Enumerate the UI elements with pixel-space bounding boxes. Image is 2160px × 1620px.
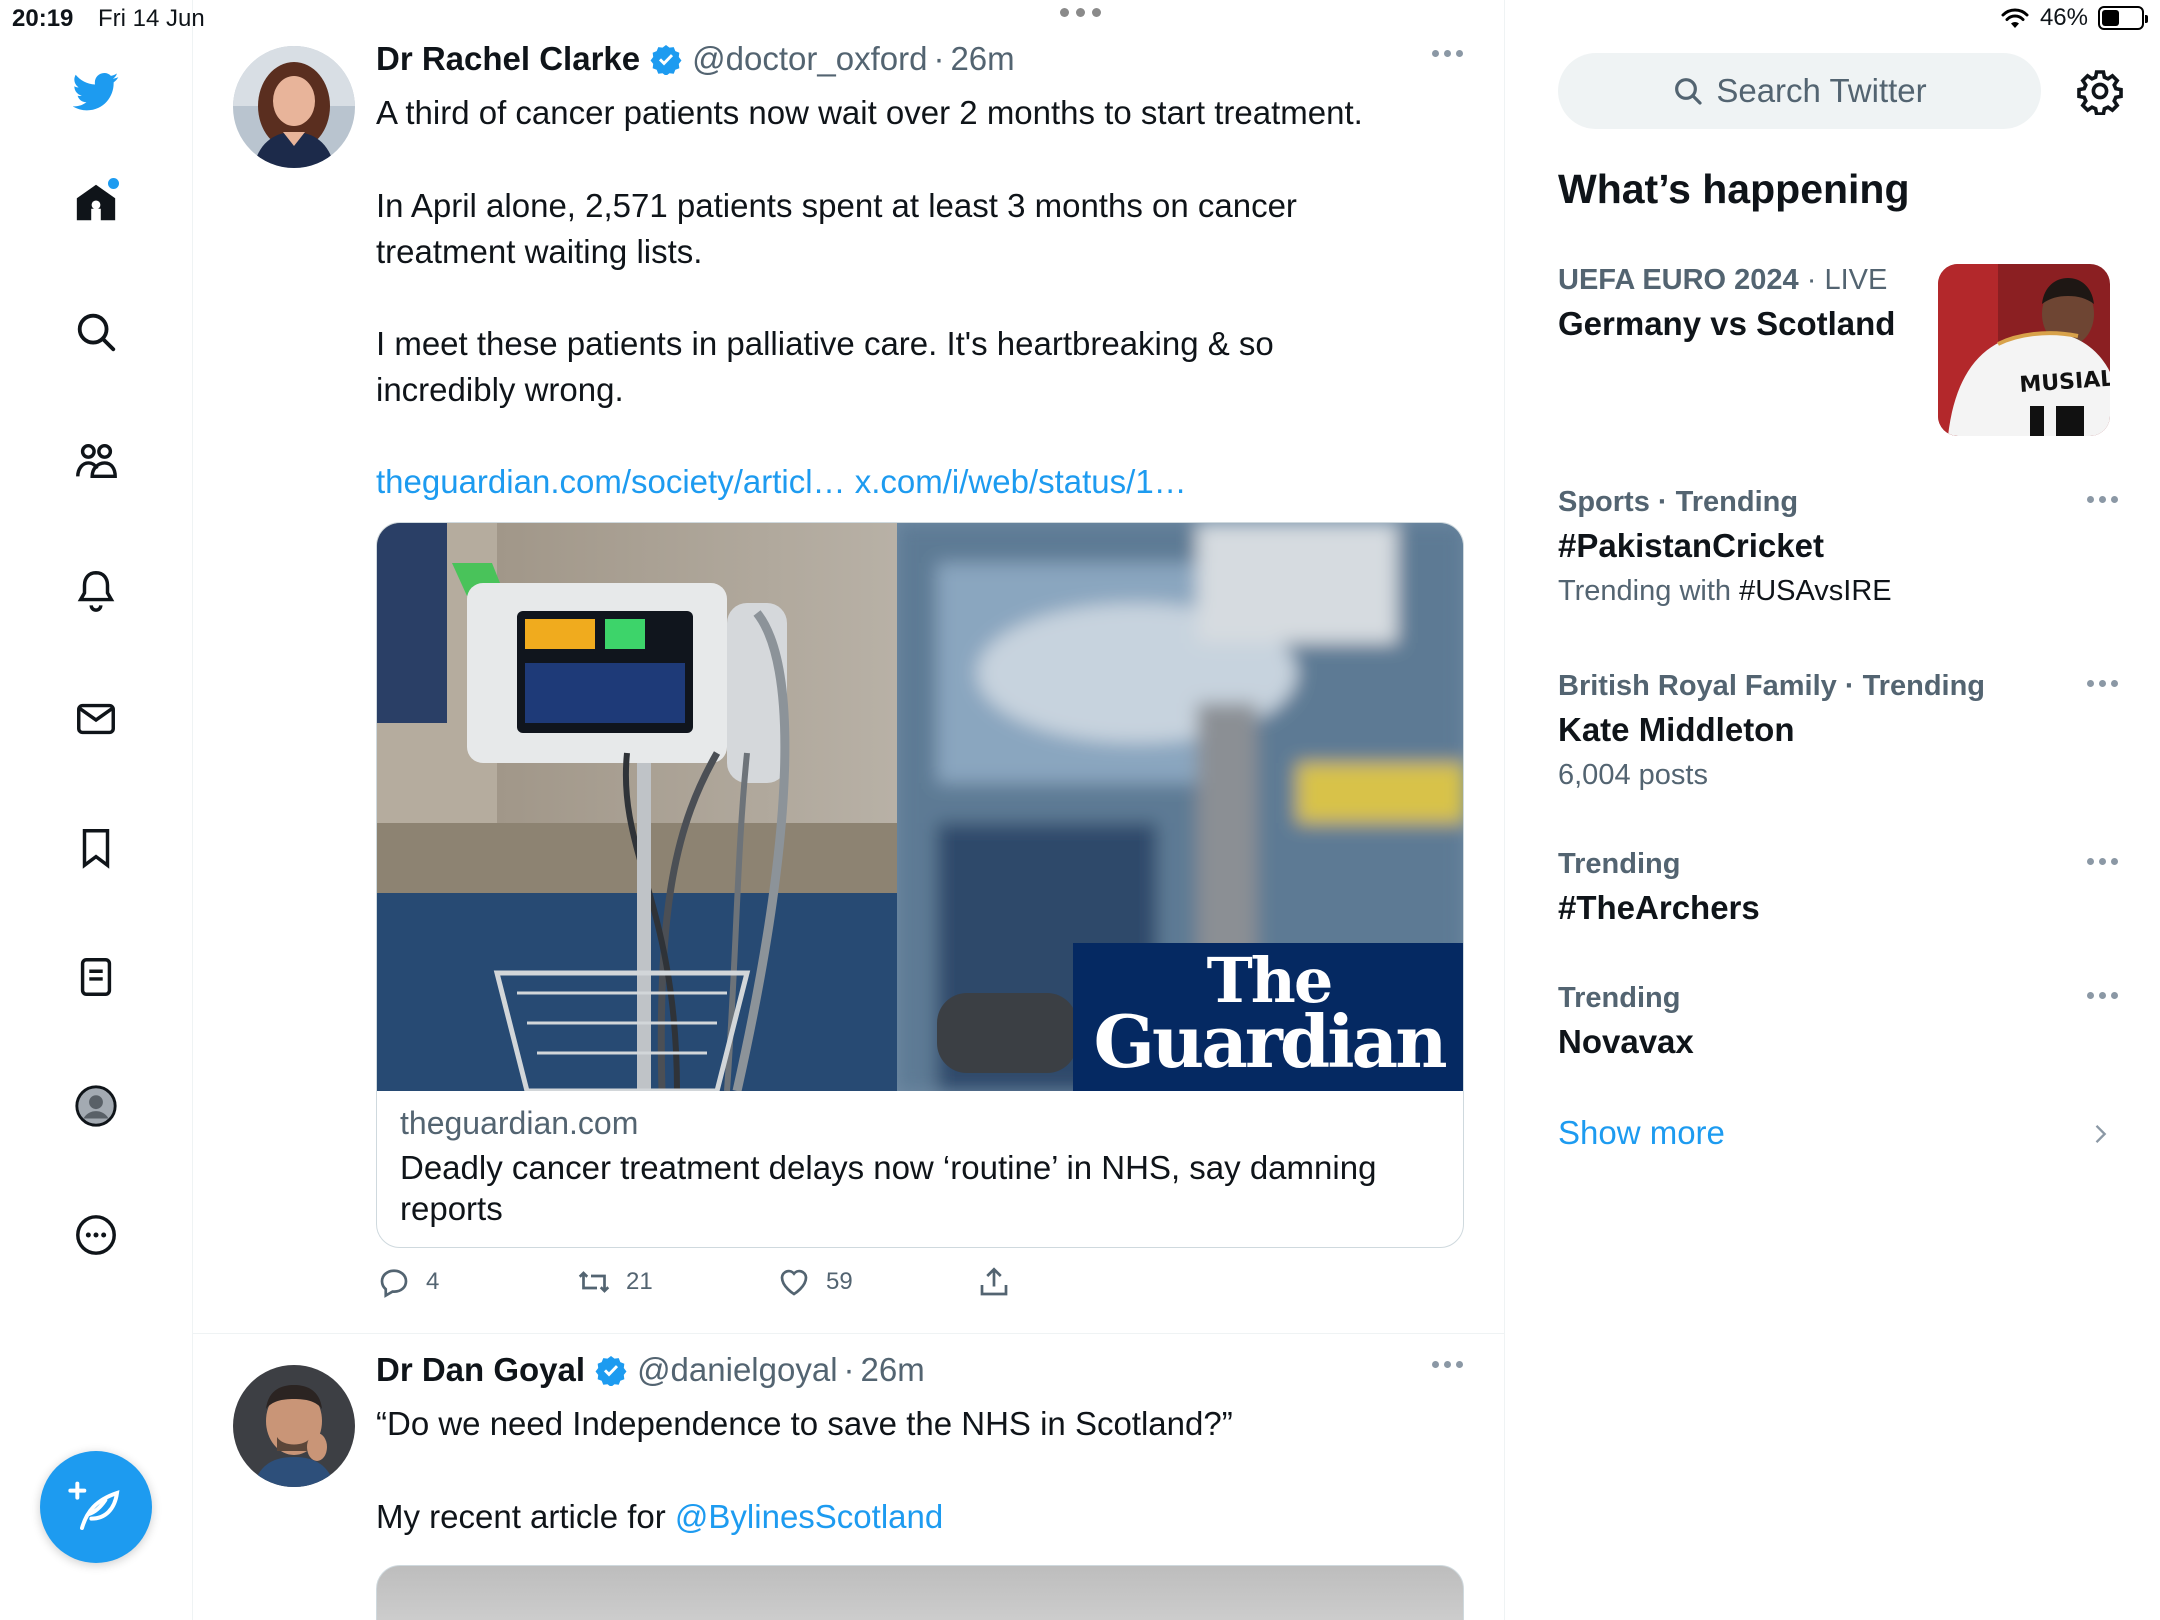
whats-happening-title: What’s happening — [1558, 166, 1910, 212]
tweet-link-status[interactable]: x.com/i/web/status/1… — [855, 463, 1187, 500]
trend-more-icon[interactable] — [2087, 680, 2118, 687]
home-icon[interactable] — [71, 178, 121, 228]
notification-dot — [108, 178, 119, 189]
guardian-logo: The Guardian — [1073, 943, 1463, 1091]
reply-count: 4 — [426, 1268, 440, 1295]
separator: · — [843, 1351, 855, 1388]
author-handle[interactable]: @danielgoyal — [637, 1351, 837, 1389]
show-more-link[interactable]: Show more — [1558, 1114, 1725, 1152]
trend-more-icon[interactable] — [2087, 992, 2118, 999]
trend-category: Sports · Trending — [1558, 486, 1799, 518]
share-button[interactable] — [976, 1264, 1012, 1300]
search-icon — [1675, 78, 1702, 105]
tweet-text-p2: My recent article for — [376, 1498, 675, 1535]
sidebar-nav — [0, 0, 193, 1620]
trend-image[interactable]: MUSIALA — [1938, 264, 2110, 436]
tweet-more-icon[interactable] — [1432, 50, 1463, 57]
mention-link[interactable]: @BylinesScotland — [675, 1498, 943, 1535]
author-name[interactable]: Dr Rachel Clarke — [376, 40, 640, 78]
retweet-icon — [578, 1271, 610, 1293]
tweet-time[interactable]: 26m — [950, 40, 1014, 78]
timeline: Dr Rachel Clarke @doctor_oxford · 26m A … — [193, 0, 1505, 1620]
tweet-time[interactable]: 26m — [861, 1351, 925, 1389]
trend-category: UEFA EURO 2024 — [1558, 264, 1799, 296]
verified-badge-icon — [650, 45, 682, 75]
trend-category: Trending — [1558, 982, 1681, 1014]
trend-item[interactable]: Trending #TheArchers — [1558, 848, 2118, 927]
feather-plus-icon — [68, 1481, 120, 1530]
trend-name: Novavax — [1558, 1023, 1694, 1060]
card-title: Deadly cancer treatment delays now ‘rout… — [400, 1149, 1377, 1227]
share-icon — [980, 1267, 1008, 1296]
author-name[interactable]: Dr Dan Goyal — [376, 1351, 585, 1389]
verified-badge-icon — [595, 1356, 627, 1386]
trend-name: #TheArchers — [1558, 889, 1760, 926]
communities-icon[interactable] — [71, 436, 121, 486]
reply-button[interactable]: 4 — [376, 1264, 439, 1300]
settings-gear-icon[interactable] — [2076, 67, 2124, 115]
trend-item[interactable]: Sports · Trending #PakistanCricket Trend… — [1558, 486, 2118, 608]
chevron-right-icon — [2095, 1125, 2107, 1143]
notifications-icon[interactable] — [71, 565, 121, 615]
trend-sub-prefix: Trending with — [1558, 575, 1740, 607]
trend-name: Germany vs Scotland — [1558, 305, 1896, 342]
separator: · — [933, 40, 945, 77]
heart-icon — [780, 1269, 808, 1296]
tweet[interactable]: Dr Rachel Clarke @doctor_oxford · 26m A … — [193, 40, 1504, 1334]
tweet-text-p3: I meet these patients in palliative care… — [376, 325, 1274, 408]
trend-name: #PakistanCricket — [1558, 527, 1824, 564]
tweet-text-p1: A third of cancer patients now wait over… — [376, 94, 1363, 131]
tweet-more-icon[interactable] — [1432, 1361, 1463, 1368]
search-icon[interactable] — [71, 307, 121, 357]
trend-category: British Royal Family · Trending — [1558, 670, 1986, 702]
twitter-logo-icon[interactable] — [71, 66, 121, 116]
user-avatar[interactable] — [233, 1365, 355, 1487]
trend-item[interactable]: Trending Novavax — [1558, 982, 2118, 1061]
trend-sub-value[interactable]: #USAvsIRE — [1739, 575, 1892, 607]
retweet-count: 21 — [626, 1268, 653, 1295]
profile-avatar-icon[interactable] — [71, 1081, 121, 1131]
trend-more-icon[interactable] — [2087, 858, 2118, 865]
trend-item[interactable]: UEFA EURO 2024 · LIVE Germany vs Scotlan… — [1558, 264, 1958, 343]
trend-category: Trending — [1558, 848, 1681, 880]
like-button[interactable]: 59 — [776, 1264, 853, 1300]
tweet-text-p1: “Do we need Independence to save the NHS… — [376, 1405, 1233, 1442]
trend-live: LIVE — [1824, 264, 1888, 296]
author-handle[interactable]: @doctor_oxford — [692, 40, 927, 78]
user-avatar[interactable] — [233, 46, 355, 168]
article-image: The Guardian — [377, 523, 1463, 1091]
trend-item[interactable]: British Royal Family · Trending Kate Mid… — [1558, 670, 2118, 792]
trend-name: Kate Middleton — [1558, 711, 1795, 748]
tweet-link-guardian[interactable]: theguardian.com/society/articl… — [376, 463, 846, 500]
bookmarks-icon[interactable] — [71, 823, 121, 873]
compose-tweet-button[interactable] — [40, 1451, 152, 1563]
tweet-text-p2: In April alone, 2,571 patients spent at … — [376, 187, 1297, 270]
like-count: 59 — [826, 1268, 853, 1295]
card-domain: theguardian.com — [400, 1105, 639, 1141]
link-preview-card[interactable] — [376, 1565, 1464, 1620]
search-placeholder: Search Twitter — [1716, 72, 1927, 109]
tweet[interactable]: Dr Dan Goyal @danielgoyal · 26m “Do we n… — [193, 1335, 1504, 1620]
retweet-button[interactable]: 21 — [576, 1264, 653, 1300]
trend-sub: 6,004 posts — [1558, 759, 1708, 791]
messages-icon[interactable] — [71, 694, 121, 744]
search-input[interactable]: Search Twitter — [1558, 53, 2041, 129]
reply-icon — [380, 1269, 408, 1298]
lists-icon[interactable] — [71, 952, 121, 1002]
right-sidebar: Search Twitter What’s happening UEFA EUR… — [1506, 0, 2160, 1620]
link-preview-card[interactable]: The Guardian theguardian.com Deadly canc… — [376, 522, 1464, 1248]
trend-more-icon[interactable] — [2087, 496, 2118, 503]
more-options-icon[interactable] — [71, 1210, 121, 1260]
tweet-actions: 4 21 59 — [376, 1264, 1076, 1310]
